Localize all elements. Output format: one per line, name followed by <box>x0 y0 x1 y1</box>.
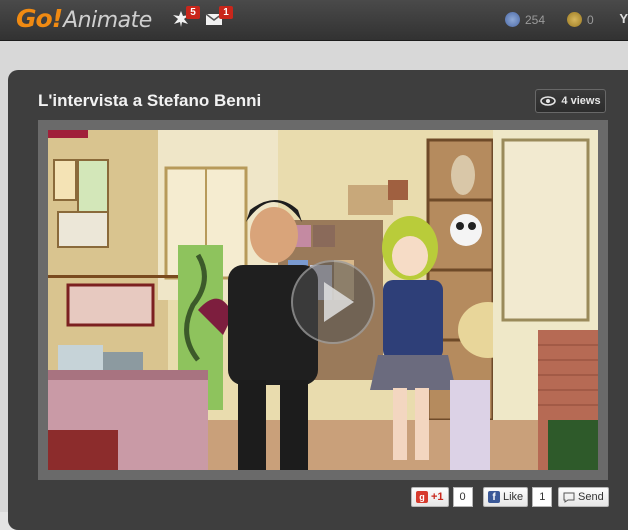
facebook-icon: f <box>488 491 500 503</box>
user-menu[interactable]: Y <box>619 11 628 26</box>
send-button[interactable]: Send <box>558 487 609 507</box>
messages-badge: 1 <box>219 6 233 19</box>
views-text: 4 views <box>561 95 601 107</box>
logo-go-text: Go! <box>16 4 63 33</box>
eye-icon <box>540 96 557 106</box>
gobucks-balance[interactable]: 254 <box>505 12 545 27</box>
google-plus-one-button[interactable]: g +1 <box>411 487 449 507</box>
send-label: Send <box>578 491 604 503</box>
play-button[interactable] <box>291 260 375 344</box>
facebook-like-count: 1 <box>532 487 553 507</box>
goanimate-logo[interactable]: Go! Animate <box>16 4 152 36</box>
video-player[interactable] <box>38 120 608 480</box>
google-plus-share: g +1 0 <box>411 487 473 507</box>
gopoints-amount: 0 <box>587 12 594 27</box>
video-thumbnail[interactable] <box>48 130 598 470</box>
google-plus-one-label: +1 <box>431 491 444 503</box>
facebook-share: f Like 1 <box>483 487 553 507</box>
gobucks-amount: 254 <box>525 12 546 27</box>
facebook-like-button[interactable]: f Like <box>483 487 529 507</box>
google-plus-icon: g <box>416 491 428 503</box>
views-counter: 4 views <box>535 89 606 113</box>
notifications-button[interactable]: 5 <box>172 6 200 30</box>
video-title: L'intervista a Stefano Benni <box>38 91 262 110</box>
google-plus-count: 0 <box>452 487 473 507</box>
notifications-badge: 5 <box>186 6 200 19</box>
top-navigation-bar: Go! Animate 5 1 254 0 Y <box>0 0 628 41</box>
gobucks-icon <box>505 12 520 27</box>
logo-animate-text: Animate <box>63 8 152 33</box>
gopoints-icon <box>567 12 582 27</box>
speech-bubble-icon <box>563 492 575 503</box>
gopoints-balance[interactable]: 0 <box>567 12 594 27</box>
send-share: Send <box>558 487 609 507</box>
facebook-like-label: Like <box>503 491 524 503</box>
messages-button[interactable]: 1 <box>205 6 233 30</box>
